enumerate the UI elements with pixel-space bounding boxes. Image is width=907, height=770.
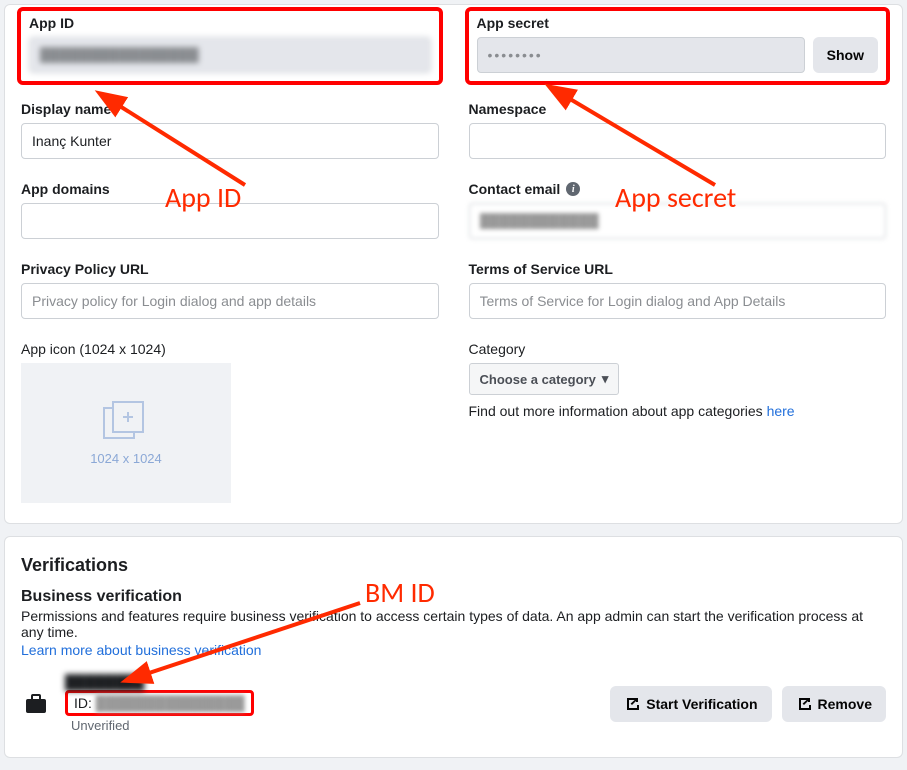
basic-settings-card: App ID App secret Show Display name Name… xyxy=(4,4,903,524)
chevron-down-icon: ▾ xyxy=(602,371,609,387)
briefcase-icon xyxy=(21,689,51,719)
display-name-label: Display name xyxy=(21,101,439,117)
tos-field[interactable] xyxy=(469,283,887,319)
app-icon-label: App icon (1024 x 1024) xyxy=(21,341,439,357)
business-id-highlight: ID: ███████████████ xyxy=(65,690,254,716)
image-placeholder-icon xyxy=(103,401,149,441)
business-verification-desc: Permissions and features require busines… xyxy=(21,608,886,640)
app-id-field[interactable] xyxy=(29,37,431,73)
app-id-highlight: App ID xyxy=(17,7,443,85)
namespace-label: Namespace xyxy=(469,101,887,117)
business-id-label: ID: xyxy=(74,695,92,711)
privacy-policy-field[interactable] xyxy=(21,283,439,319)
contact-email-label-text: Contact email xyxy=(469,181,561,197)
contact-email-field[interactable] xyxy=(469,203,887,239)
business-verification-heading: Business verification xyxy=(21,588,886,606)
privacy-policy-label: Privacy Policy URL xyxy=(21,261,439,277)
display-name-field[interactable] xyxy=(21,123,439,159)
business-status: Unverified xyxy=(71,718,254,733)
category-dropdown[interactable]: Choose a category ▾ xyxy=(469,363,620,395)
category-dropdown-label: Choose a category xyxy=(480,372,596,387)
category-helper: Find out more information about app cate… xyxy=(469,403,887,419)
start-verification-label: Start Verification xyxy=(646,696,757,712)
export-icon xyxy=(624,696,640,712)
business-name: ████████ xyxy=(65,674,254,690)
info-icon: i xyxy=(566,182,580,196)
namespace-field[interactable] xyxy=(469,123,887,159)
export-icon xyxy=(796,696,812,712)
app-domains-label: App domains xyxy=(21,181,439,197)
app-secret-field[interactable] xyxy=(477,37,805,73)
start-verification-button[interactable]: Start Verification xyxy=(610,686,771,722)
app-icon-uploader[interactable]: 1024 x 1024 xyxy=(21,363,231,503)
remove-button-label: Remove xyxy=(818,696,872,712)
category-helper-text: Find out more information about app cate… xyxy=(469,403,767,419)
category-label: Category xyxy=(469,341,887,357)
learn-more-link[interactable]: Learn more about business verification xyxy=(21,642,261,658)
app-secret-label: App secret xyxy=(477,15,879,31)
tos-label: Terms of Service URL xyxy=(469,261,887,277)
verifications-card: Verifications Business verification Perm… xyxy=(4,536,903,758)
remove-button[interactable]: Remove xyxy=(782,686,886,722)
verifications-heading: Verifications xyxy=(21,555,886,576)
business-id-value: ███████████████ xyxy=(96,695,245,711)
contact-email-label: Contact email i xyxy=(469,181,887,197)
app-secret-highlight: App secret Show xyxy=(465,7,891,85)
app-domains-field[interactable] xyxy=(21,203,439,239)
category-helper-link[interactable]: here xyxy=(767,403,795,419)
app-icon-placeholder-text: 1024 x 1024 xyxy=(90,451,162,466)
show-secret-button[interactable]: Show xyxy=(813,37,878,73)
app-id-label: App ID xyxy=(29,15,431,31)
